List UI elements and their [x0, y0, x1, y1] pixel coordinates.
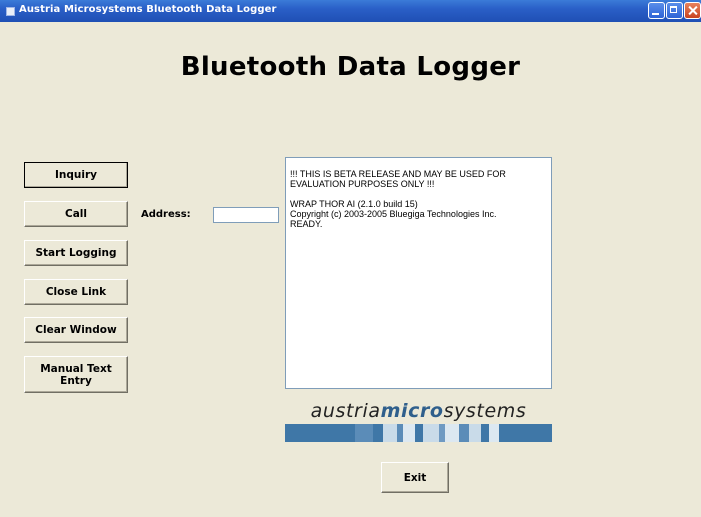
- address-label: Address:: [141, 209, 191, 220]
- app-window: Austria Microsystems Bluetooth Data Logg…: [0, 0, 701, 517]
- close-link-button[interactable]: Close Link: [24, 279, 128, 305]
- call-button[interactable]: Call: [24, 201, 128, 227]
- company-logo: austriamicrosystems: [285, 400, 552, 444]
- clear-window-button[interactable]: Clear Window: [24, 317, 128, 343]
- page-title: Bluetooth Data Logger: [180, 52, 521, 82]
- logo-wordmark: austriamicrosystems: [285, 400, 552, 422]
- close-button[interactable]: [684, 2, 701, 19]
- start-logging-button[interactable]: Start Logging: [24, 240, 128, 266]
- logo-wordmark-part1: austria: [310, 400, 381, 422]
- logo-wordmark-part3: systems: [443, 400, 527, 422]
- minimize-button[interactable]: [648, 2, 665, 19]
- logo-stripe: [285, 424, 552, 442]
- window-title: Austria Microsystems Bluetooth Data Logg…: [19, 4, 277, 15]
- manual-text-entry-button[interactable]: Manual Text Entry: [24, 356, 128, 393]
- output-log[interactable]: !!! THIS IS BETA RELEASE AND MAY BE USED…: [285, 157, 552, 389]
- logo-wordmark-part2: micro: [380, 400, 444, 422]
- inquiry-button[interactable]: Inquiry: [24, 162, 128, 188]
- address-input[interactable]: [213, 207, 279, 223]
- exit-button[interactable]: Exit: [381, 462, 449, 493]
- title-bar[interactable]: Austria Microsystems Bluetooth Data Logg…: [0, 0, 701, 22]
- app-icon[interactable]: [6, 7, 15, 16]
- maximize-button[interactable]: [666, 2, 683, 19]
